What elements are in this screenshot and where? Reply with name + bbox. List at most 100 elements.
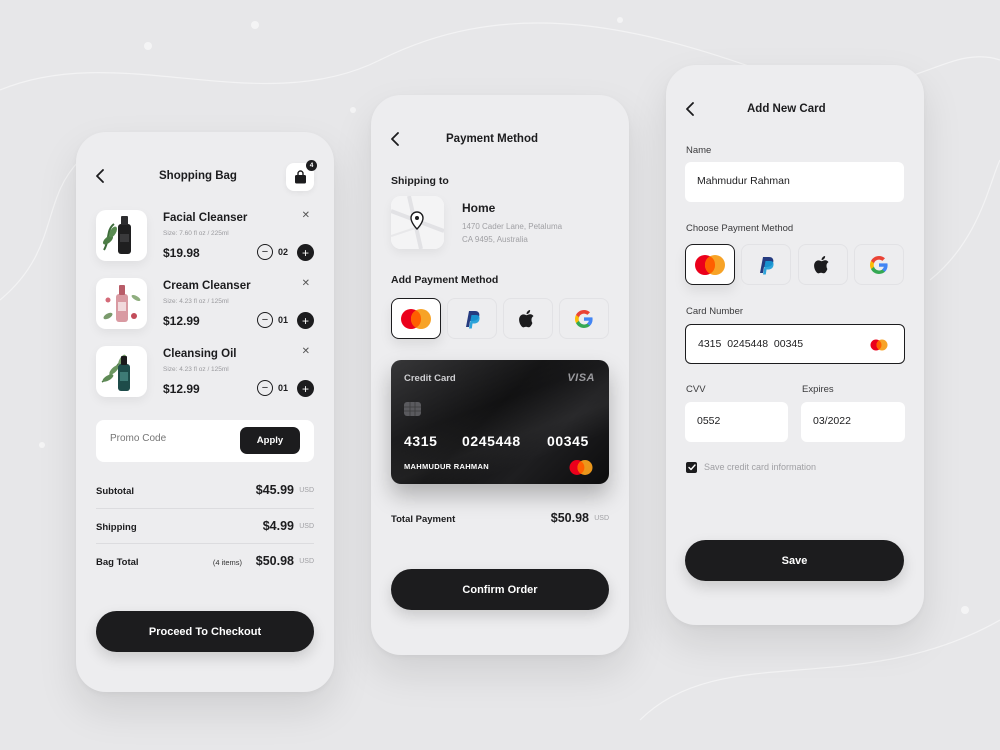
paypal-option[interactable]: [741, 244, 791, 285]
product-image: [96, 278, 147, 329]
apply-button[interactable]: Apply: [240, 427, 300, 454]
remove-item-button[interactable]: ✕: [302, 278, 310, 289]
subtotal-row: Subtotal $45.99 USD: [96, 481, 314, 501]
remove-item-button[interactable]: ✕: [302, 346, 310, 357]
quantity-value: 01: [278, 383, 289, 393]
remove-item-button[interactable]: ✕: [302, 210, 310, 221]
decrease-qty-button[interactable]: −: [257, 380, 273, 396]
page-title: Add New Card: [747, 103, 826, 115]
product-name: Facial Cleanser: [163, 212, 248, 224]
product-image: [96, 210, 147, 261]
product-price: $12.99: [163, 314, 200, 328]
google-icon: [870, 255, 888, 274]
decrease-qty-button[interactable]: −: [257, 312, 273, 328]
back-button[interactable]: [385, 129, 405, 149]
expires-field[interactable]: [813, 415, 893, 427]
page-title: Shopping Bag: [159, 170, 237, 182]
bag-total-label: Bag Total: [96, 557, 139, 568]
mastercard-icon: [695, 254, 725, 275]
bag-button[interactable]: 4: [286, 160, 317, 191]
product-size: Size: 4.23 fl oz / 125ml: [163, 366, 229, 373]
name-field-container: [685, 162, 904, 202]
card-number-field-container: [685, 324, 905, 364]
add-new-card-screen: Add New Card Name Choose Payment Method …: [666, 65, 924, 625]
mastercard-option[interactable]: [685, 244, 735, 285]
increase-qty-button[interactable]: +: [297, 244, 314, 261]
card-number-part: 00345: [547, 433, 589, 449]
card-number-field[interactable]: [698, 338, 858, 350]
subtotal-label: Subtotal: [96, 486, 134, 497]
card-number-part: 0245448: [462, 433, 521, 449]
apple-pay-option[interactable]: [798, 244, 848, 285]
paypal-icon: [760, 256, 774, 274]
shopping-bag-icon: [294, 170, 306, 184]
product-image: [96, 346, 147, 397]
address-title: Home: [462, 201, 496, 215]
shopping-bag-screen: Shopping Bag 4 Facial Cleanser Size: 7.6…: [76, 132, 334, 692]
promo-code-box: Apply: [96, 420, 314, 462]
chevron-left-icon: [391, 132, 399, 146]
currency-label: USD: [299, 523, 314, 530]
divider: [96, 508, 314, 509]
list-item: Facial Cleanser Size: 7.60 fl oz / 225ml…: [96, 210, 314, 264]
quantity-value: 01: [278, 315, 289, 325]
increase-qty-button[interactable]: +: [297, 380, 314, 397]
cvv-label: CVV: [686, 384, 706, 395]
expires-label: Expires: [802, 384, 834, 395]
name-label: Name: [686, 145, 712, 156]
google-pay-option[interactable]: [854, 244, 904, 285]
check-icon: [687, 464, 696, 471]
cvv-field[interactable]: [697, 415, 777, 427]
map-pin-icon: [391, 196, 444, 249]
back-button[interactable]: [680, 99, 700, 119]
chevron-left-icon: [686, 102, 694, 116]
proceed-to-checkout-button[interactable]: Proceed To Checkout: [96, 611, 314, 652]
save-card-checkbox[interactable]: [686, 462, 697, 473]
quantity-value: 02: [278, 247, 289, 257]
card-number-part: 4315: [404, 433, 438, 449]
paypal-option[interactable]: [447, 298, 497, 339]
product-size: Size: 7.60 fl oz / 225ml: [163, 230, 229, 237]
increase-qty-button[interactable]: +: [297, 312, 314, 329]
apple-pay-option[interactable]: [503, 298, 553, 339]
back-button[interactable]: [90, 166, 110, 186]
product-size: Size: 4.23 fl oz / 125ml: [163, 298, 229, 305]
save-button[interactable]: Save: [685, 540, 904, 581]
address-line-2: CA 9495, Australia: [462, 235, 528, 244]
total-payment-row: Total Payment $50.98 USD: [391, 509, 609, 529]
mastercard-icon: [870, 339, 888, 351]
visa-logo: VISA: [567, 372, 595, 384]
choose-payment-method-label: Choose Payment Method: [686, 223, 794, 234]
confirm-order-button[interactable]: Confirm Order: [391, 569, 609, 610]
paypal-icon: [466, 310, 480, 328]
page-title: Payment Method: [446, 133, 539, 145]
chevron-left-icon: [96, 169, 104, 183]
card-type-label: Credit Card: [404, 373, 456, 384]
credit-card-preview[interactable]: Credit Card VISA 4315 0245448 00345 MAHM…: [391, 360, 609, 484]
apple-icon: [519, 309, 534, 327]
currency-label: USD: [299, 558, 314, 565]
cvv-field-container: [685, 402, 788, 442]
address-line-1: 1470 Cader Lane, Petaluma: [462, 222, 563, 231]
currency-label: USD: [299, 487, 314, 494]
mastercard-option[interactable]: [391, 298, 441, 339]
map-thumbnail[interactable]: [391, 196, 444, 249]
shipping-to-label: Shipping to: [391, 175, 449, 187]
chip-icon: [404, 402, 421, 416]
list-item: Cleansing Oil Size: 4.23 fl oz / 125ml $…: [96, 346, 314, 400]
total-payment-label: Total Payment: [391, 514, 456, 525]
product-price: $12.99: [163, 382, 200, 396]
promo-code-input[interactable]: [110, 433, 230, 444]
google-icon: [575, 309, 593, 328]
product-price: $19.98: [163, 246, 200, 260]
google-pay-option[interactable]: [559, 298, 609, 339]
apple-icon: [814, 255, 829, 273]
product-name: Cream Cleanser: [163, 280, 251, 292]
save-card-label: Save credit card information: [704, 462, 817, 472]
mastercard-icon: [401, 308, 431, 329]
name-field[interactable]: [697, 175, 887, 187]
product-name: Cleansing Oil: [163, 348, 237, 360]
shipping-row: Shipping $4.99 USD: [96, 517, 314, 537]
decrease-qty-button[interactable]: −: [257, 244, 273, 260]
bag-total-row: Bag Total (4 items) $50.98 USD: [96, 552, 314, 572]
